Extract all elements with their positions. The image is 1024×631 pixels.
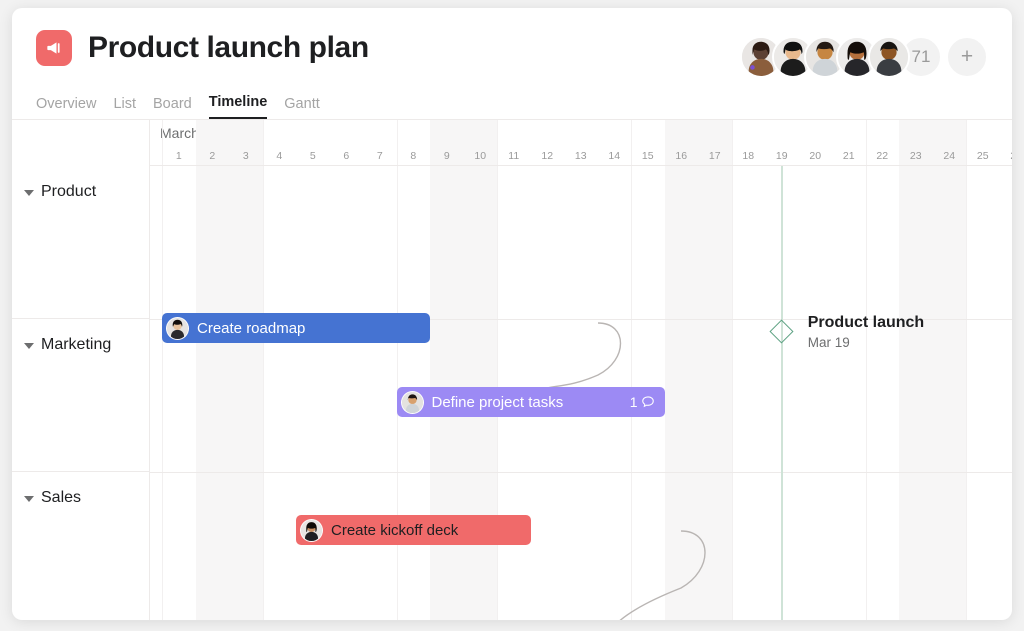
sidebar-section-label: Marketing bbox=[41, 336, 112, 353]
day-header-cell: 20 bbox=[809, 150, 822, 162]
page-header: Product launch plan 71 + bbox=[12, 8, 1012, 88]
timeline-grid[interactable]: March 1 2 3 4 5 6 7 8 9 10 11 12 13 14 15 16 17 18 19 20 21 2… bbox=[150, 120, 1012, 620]
task-bar-create-kickoff-deck[interactable]: Create kickoff deck bbox=[296, 515, 531, 545]
task-name: Create roadmap bbox=[197, 319, 306, 337]
task-bar-create-roadmap[interactable]: Create roadmap bbox=[162, 313, 430, 343]
task-name: Create kickoff deck bbox=[331, 521, 459, 539]
view-tabbar: Overview List Board Timeline Gantt bbox=[12, 88, 1012, 120]
timeline-sidebar: Product Marketing Sales bbox=[12, 120, 150, 620]
day-header-cell: 17 bbox=[708, 150, 721, 162]
app-window: Product launch plan 71 + Overview List B… bbox=[12, 8, 1012, 620]
comment-icon bbox=[641, 396, 654, 408]
month-label: March bbox=[160, 125, 199, 141]
day-header-cell: 5 bbox=[309, 150, 316, 162]
page-title: Product launch plan bbox=[88, 31, 369, 64]
day-header-cell: 11 bbox=[508, 150, 520, 162]
day-header-cell: 9 bbox=[443, 150, 450, 162]
task-bar-define-project-tasks[interactable]: Define project tasks 1 bbox=[396, 387, 665, 417]
day-header-cell: 1 bbox=[175, 150, 182, 162]
sidebar-section-marketing[interactable]: Marketing bbox=[12, 319, 149, 472]
chevron-down-icon[interactable] bbox=[24, 190, 34, 196]
day-header-cell: 24 bbox=[943, 150, 956, 162]
add-member-button[interactable]: + bbox=[946, 36, 988, 78]
task-comment-count: 1 bbox=[630, 394, 655, 410]
milestone-label[interactable]: Product launch Mar 19 bbox=[808, 314, 924, 350]
sidebar-section-label: Sales bbox=[41, 489, 82, 506]
avatar bbox=[300, 518, 323, 542]
day-header-cell: 16 bbox=[675, 150, 688, 162]
day-header-cell: 19 bbox=[775, 150, 788, 162]
day-header-row: 1 2 3 4 5 6 7 8 9 10 11 12 13 14 15 16 17 18 19 20 21 22 23 24 2… bbox=[150, 146, 1012, 166]
day-header-cell: 10 bbox=[474, 150, 487, 162]
milestone-name: Product launch bbox=[807, 314, 925, 331]
row-divider bbox=[150, 472, 1012, 473]
tab-list[interactable]: List bbox=[113, 96, 136, 119]
comment-count-value: 1 bbox=[629, 394, 638, 410]
day-header-cell: 18 bbox=[742, 150, 755, 162]
day-header-cell: 14 bbox=[608, 150, 621, 162]
day-header-cell: 15 bbox=[641, 150, 654, 162]
tab-timeline[interactable]: Timeline bbox=[208, 94, 268, 119]
milestone-date: Mar 19 bbox=[807, 335, 850, 350]
task-name: Define project tasks bbox=[431, 393, 564, 411]
sidebar-section-product[interactable]: Product bbox=[12, 166, 149, 319]
avatar bbox=[166, 316, 189, 340]
tab-gantt[interactable]: Gantt bbox=[284, 96, 319, 119]
tab-overview[interactable]: Overview bbox=[36, 96, 96, 119]
month-header: March bbox=[150, 120, 1012, 146]
day-header-cell: 21 bbox=[842, 150, 855, 162]
megaphone-icon bbox=[36, 30, 72, 66]
sidebar-section-label: Product bbox=[41, 183, 97, 200]
day-header-cell: 12 bbox=[541, 150, 554, 162]
day-header-cell: 7 bbox=[376, 150, 383, 162]
day-header-cell: 22 bbox=[876, 150, 889, 162]
chevron-down-icon[interactable] bbox=[24, 496, 34, 502]
milestone-line bbox=[781, 166, 783, 620]
avatar bbox=[400, 390, 424, 414]
chevron-down-icon[interactable] bbox=[24, 343, 34, 349]
title-group: Product launch plan bbox=[36, 30, 369, 66]
day-header-cell: 13 bbox=[574, 150, 587, 162]
day-header-cell: 25 bbox=[976, 150, 989, 162]
timeline-view: Product Marketing Sales March 1234567891… bbox=[12, 120, 1012, 620]
day-header-cell: 8 bbox=[410, 150, 417, 162]
day-header-cell: 26 bbox=[1000, 146, 1012, 166]
day-header-cell: 3 bbox=[242, 150, 249, 162]
tab-board[interactable]: Board bbox=[153, 96, 192, 119]
day-header-cell: 2 bbox=[209, 150, 216, 162]
member-avatar-group: 71 + bbox=[740, 36, 988, 78]
avatar[interactable] bbox=[868, 36, 910, 78]
sidebar-section-sales[interactable]: Sales bbox=[12, 472, 149, 620]
day-header-cell: 4 bbox=[276, 150, 283, 162]
day-header-cell: 23 bbox=[909, 150, 922, 162]
day-header-cell: 6 bbox=[343, 150, 350, 162]
